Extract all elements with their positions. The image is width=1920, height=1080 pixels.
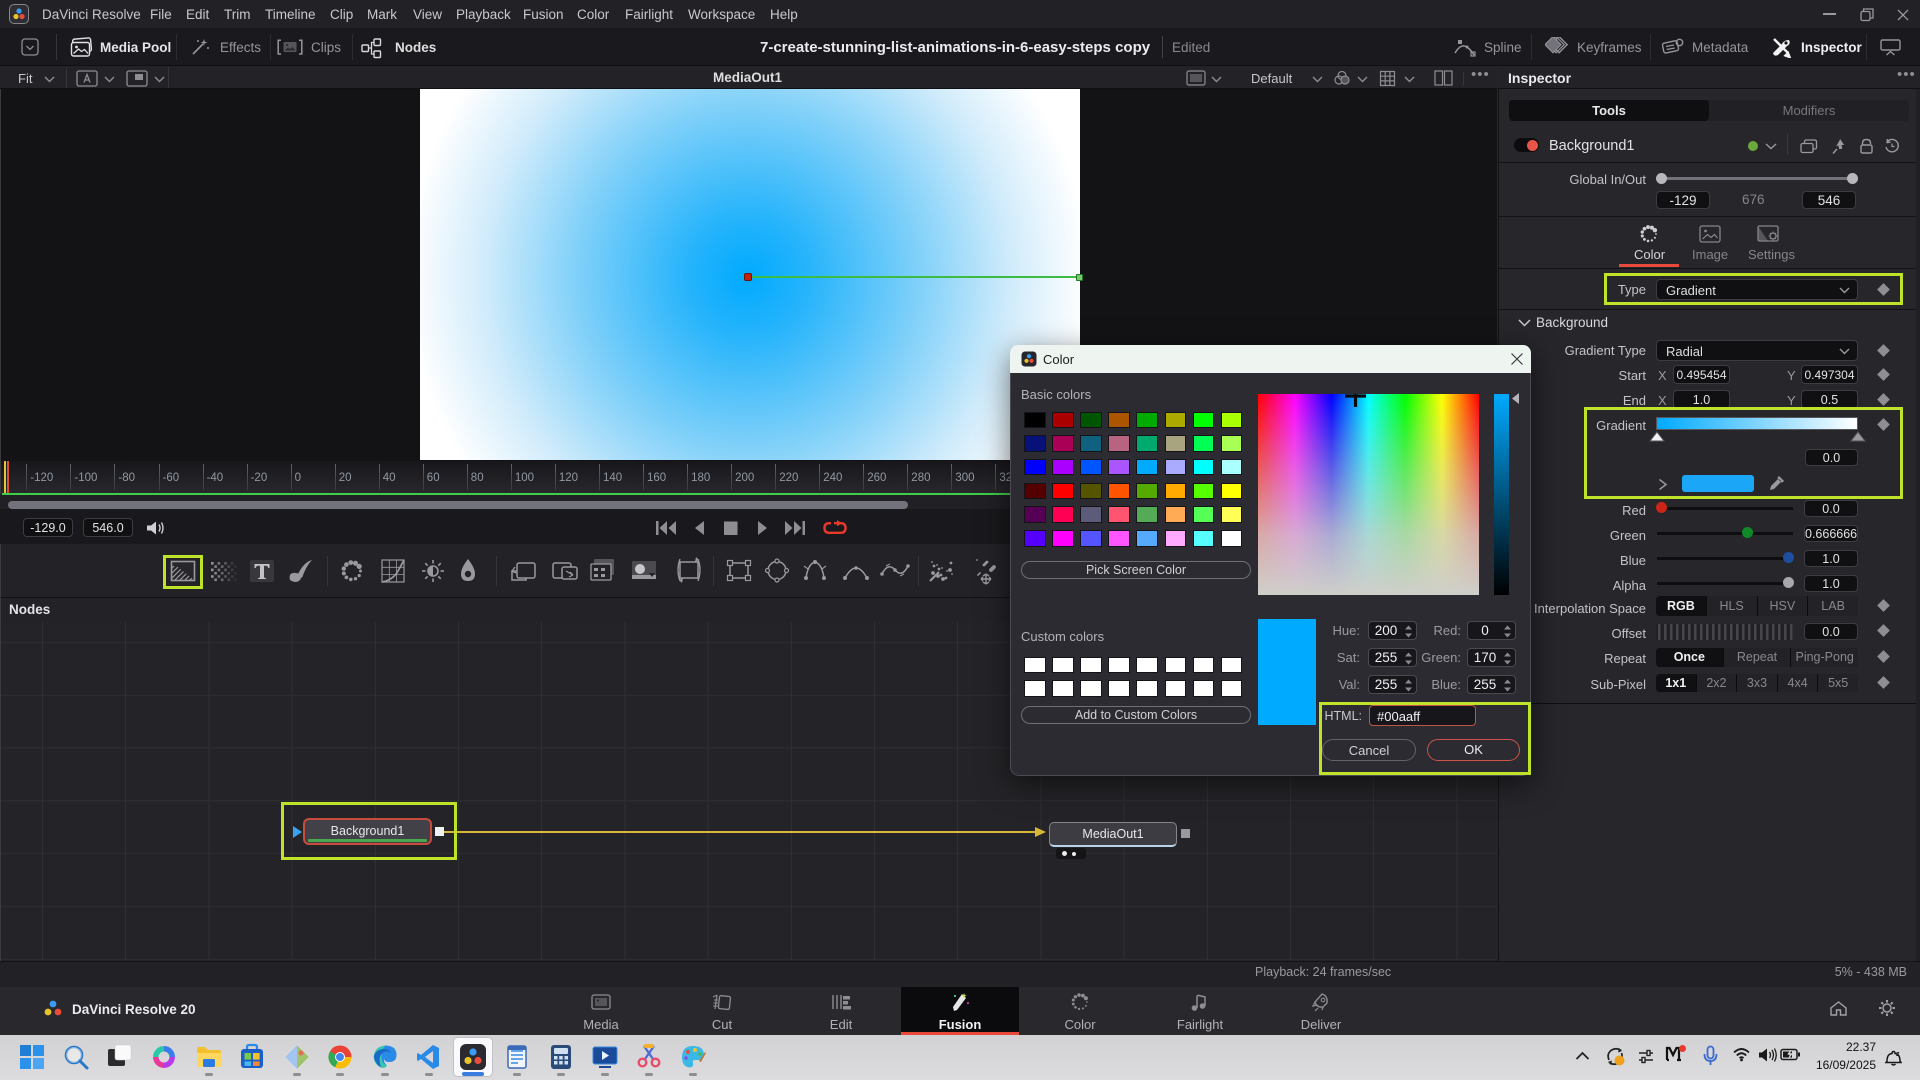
svg-text:z: z: [1896, 1051, 1900, 1058]
